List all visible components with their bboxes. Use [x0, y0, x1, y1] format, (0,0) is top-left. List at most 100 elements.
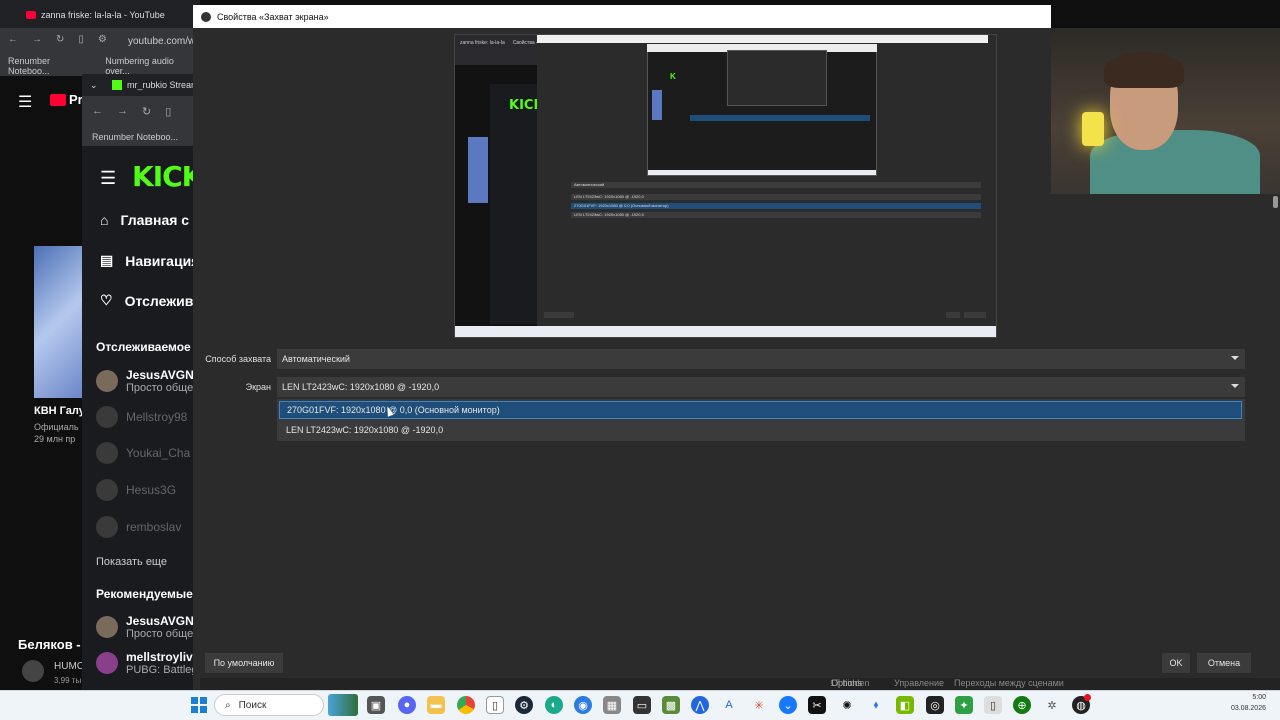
- reload-icon[interactable]: ↻: [142, 105, 151, 118]
- taskbar-search[interactable]: ⌕ Поиск: [214, 694, 324, 716]
- youtube-tab[interactable]: zanna friske: la-la-la - YouTube: [26, 4, 196, 26]
- youtube-logo[interactable]: Pr: [50, 92, 83, 107]
- show-more-link[interactable]: Показать еще: [96, 556, 167, 568]
- kick-address-bar[interactable]: ← → ↻ ▯: [82, 96, 200, 128]
- steam-icon[interactable]: ⚙: [515, 696, 533, 714]
- following-channel[interactable]: Mellstroy98: [96, 406, 187, 428]
- sidebar-icon[interactable]: ▯: [165, 105, 171, 118]
- screen-select[interactable]: LEN LT2423wC: 1920x1080 @ -1920,0: [277, 377, 1245, 397]
- chrome-icon[interactable]: [457, 696, 475, 714]
- avatar: [96, 370, 118, 392]
- video-thumbnail[interactable]: [34, 246, 82, 398]
- following-channel[interactable]: Youkai_Cha: [96, 442, 190, 464]
- back-icon[interactable]: ←: [92, 105, 103, 118]
- screen-label: Экран: [245, 382, 271, 392]
- preview-nested-taskbar: [648, 170, 876, 175]
- url-text: youtube.com/w: [128, 36, 196, 47]
- preview-capture-method: Автоматический: [571, 182, 981, 188]
- options-label[interactable]: Options: [831, 678, 862, 688]
- windows-logo-icon: [191, 697, 198, 704]
- youtube-play-icon: [50, 93, 66, 106]
- obs-main-window-strip: 17 hidden Options Управление Переходы ме…: [200, 678, 1280, 690]
- preview-nested-selection: [690, 115, 870, 121]
- cancel-button[interactable]: Отмена: [1197, 653, 1251, 673]
- recommended-channel[interactable]: mellstroylive PUBG: Battleg: [96, 650, 199, 676]
- search-icon: ⌕: [225, 699, 231, 711]
- taskbar-clock[interactable]: 5:00 03.08.2026: [1204, 692, 1266, 714]
- capture-method-label: Способ захвата: [205, 354, 271, 364]
- chevron-down-icon[interactable]: ⌄: [90, 80, 98, 91]
- start-button[interactable]: [191, 697, 207, 713]
- screen-option-secondary[interactable]: LEN LT2423wC: 1920x1080 @ -1920,0: [279, 421, 1242, 439]
- avatar: [96, 479, 118, 501]
- hamburger-menu-icon[interactable]: ☰: [18, 92, 32, 112]
- vpn-icon[interactable]: ⌄: [779, 696, 797, 714]
- chevron-down-icon: [1231, 384, 1239, 388]
- video-title[interactable]: КВН Галу: [34, 405, 85, 417]
- kick-logo[interactable]: KICK: [132, 160, 203, 193]
- kick-nav-following[interactable]: ♡ Отслежив: [100, 292, 193, 309]
- avatar: [22, 660, 44, 682]
- ok-button[interactable]: OK: [1162, 653, 1190, 673]
- following-channel[interactable]: remboslav: [96, 516, 181, 538]
- file-icon[interactable]: ▯: [984, 696, 1002, 714]
- bookmark-item[interactable]: Renumber Noteboo...: [82, 128, 200, 146]
- video-title[interactable]: Беляков -: [18, 637, 81, 652]
- minecraft-icon[interactable]: ▩: [662, 696, 680, 714]
- a-icon[interactable]: A: [720, 696, 738, 714]
- defaults-button[interactable]: По умолчанию: [205, 653, 283, 673]
- kick-favicon-icon: [112, 80, 122, 90]
- recommended-heading: Рекомендуемые: [96, 587, 193, 601]
- dialog-titlebar[interactable]: Свойства «Захват экрана»: [193, 5, 1051, 28]
- xbox-icon[interactable]: ⊕: [1013, 696, 1031, 714]
- kick-nav-browse[interactable]: ▤ Навигация: [100, 252, 199, 269]
- forward-icon[interactable]: →: [117, 105, 128, 118]
- bookmark-item[interactable]: Renumber Noteboo...: [8, 56, 93, 76]
- hamburger-menu-icon[interactable]: ☰: [100, 168, 116, 189]
- capcut-icon[interactable]: ✂: [808, 696, 826, 714]
- back-icon[interactable]: ←: [8, 34, 18, 45]
- settings-icon[interactable]: ✲: [1043, 696, 1061, 714]
- green-app-icon[interactable]: ✦: [955, 696, 973, 714]
- terminal-icon[interactable]: ▭: [633, 696, 651, 714]
- preview-nested-kick-logo: K: [670, 72, 676, 81]
- discord-icon[interactable]: ●: [398, 696, 416, 714]
- following-channel[interactable]: Hesus3G: [96, 479, 176, 501]
- forward-icon[interactable]: →: [32, 34, 42, 45]
- obs-icon: [201, 11, 211, 22]
- sidebar-icon[interactable]: ▯: [78, 34, 84, 45]
- preview-defaults-button: [544, 312, 574, 318]
- channel-name: HUMC: [54, 661, 84, 672]
- notepad-icon[interactable]: ▯: [486, 696, 504, 714]
- chrome-beta-icon[interactable]: ◉: [574, 696, 592, 714]
- photos-icon[interactable]: ▦: [603, 696, 621, 714]
- folder-icon[interactable]: ▬: [427, 696, 445, 714]
- video-views: 29 млн пр: [34, 434, 76, 444]
- avatar: [96, 652, 118, 674]
- openai-icon[interactable]: ✺: [838, 696, 856, 714]
- edge-icon[interactable]: ◐: [545, 696, 563, 714]
- avatar: [96, 516, 118, 538]
- reload-icon[interactable]: ↻: [56, 34, 64, 45]
- bookmark-item[interactable]: Numbering audio over...: [105, 56, 200, 76]
- chevron-down-icon: [1231, 356, 1239, 360]
- recommended-channel[interactable]: JesusAVGN Просто обще: [96, 614, 194, 640]
- stick-icon[interactable]: ⬧: [867, 696, 885, 714]
- following-channel[interactable]: JesusAVGN Просто обще: [96, 368, 194, 394]
- nvidia-icon[interactable]: ◧: [896, 696, 914, 714]
- widget-weather-icon[interactable]: [328, 694, 358, 716]
- scene-transitions-label: Переходы между сценами: [954, 678, 1064, 688]
- kick-nav-home[interactable]: ⌂ Главная с: [100, 212, 189, 228]
- flower-icon[interactable]: ✳: [750, 696, 768, 714]
- arc-icon[interactable]: ⋀: [691, 696, 709, 714]
- scrollbar-thumb[interactable]: [1273, 196, 1278, 208]
- scrollbar[interactable]: [1271, 194, 1280, 690]
- home-icon: ⌂: [100, 212, 109, 228]
- preview-taskbar: [455, 326, 996, 337]
- kick-tab[interactable]: ⌄ mr_rubkio Stream: [82, 74, 200, 96]
- capture-method-select[interactable]: Автоматический: [277, 349, 1245, 369]
- screen-option-primary[interactable]: 270G01FVF: 1920x1080 @ 0,0 (Основной мон…: [279, 401, 1242, 419]
- camera-app-icon[interactable]: ◎: [926, 696, 944, 714]
- file-explorer-icon[interactable]: ▣: [367, 696, 385, 714]
- site-info-icon[interactable]: ⚙: [98, 34, 107, 45]
